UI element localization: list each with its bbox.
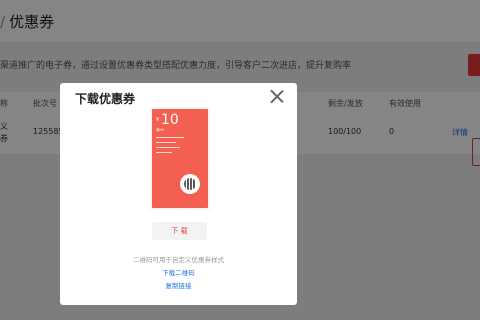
dialog-title: 下载优惠券	[75, 92, 136, 106]
download-button[interactable]: 下 载	[152, 222, 207, 240]
coupon-amount: 10	[161, 112, 179, 128]
qr-code-pattern	[184, 178, 196, 190]
coupon-text-line	[156, 152, 172, 153]
download-qr-link[interactable]: 下载二维码	[60, 267, 297, 277]
coupon-preview: ¥ 10 满99	[152, 109, 208, 208]
download-coupon-dialog: 下载优惠券 ¥ 10 满99 下 载 二维码可用于自定义优惠券样式 下载二维码 …	[60, 83, 297, 305]
qr-code-icon	[180, 174, 200, 194]
coupon-condition: 满99	[156, 128, 164, 132]
close-icon[interactable]	[268, 88, 286, 106]
coupon-text-line	[156, 142, 176, 143]
copy-link[interactable]: 复制链接	[60, 280, 297, 290]
coupon-text-line	[156, 147, 180, 148]
coupon-currency: ¥	[156, 117, 160, 123]
qr-hint-text: 二维码可用于自定义优惠券样式	[133, 256, 224, 264]
coupon-text-line	[156, 137, 184, 138]
